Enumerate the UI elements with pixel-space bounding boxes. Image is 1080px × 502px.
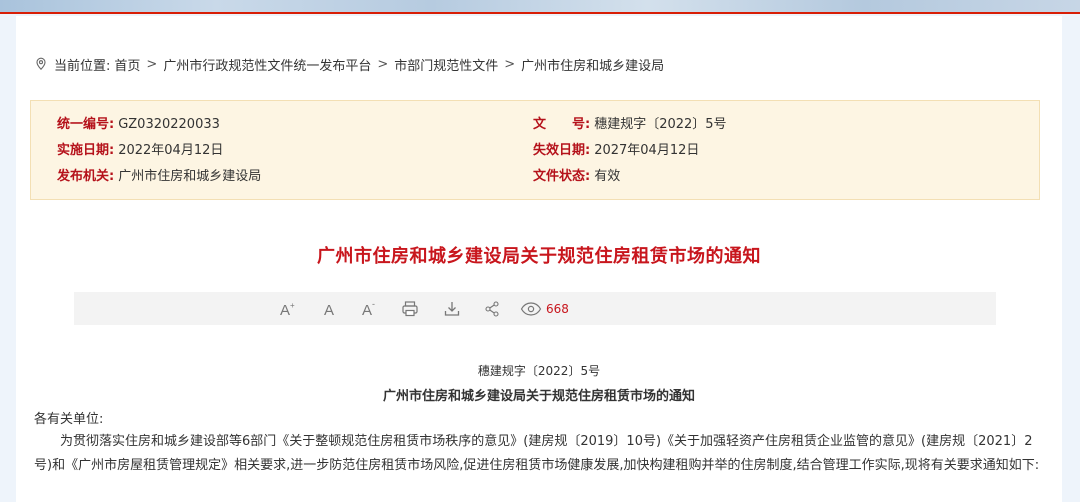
svg-text:+: + [290, 301, 295, 310]
font-default-icon[interactable]: A [318, 292, 342, 325]
breadcrumb-platform-link[interactable]: 广州市行政规范性文件统一发布平台 [163, 55, 371, 74]
document-info-box: 统一编号: GZ0320220033 文 号: 穗建规字〔2022〕5号 实施日期:… [30, 100, 1040, 200]
document-heading: 广州市住房和城乡建设局关于规范住房租赁市场的通知 [382, 389, 695, 404]
header-banner [0, 0, 1080, 14]
svg-text:-: - [372, 300, 375, 309]
info-docnum-value: 穗建规字〔2022〕5号 [594, 117, 727, 132]
info-code: 统一编号: GZ0320220033 [57, 116, 220, 134]
document-number: 穗建规字〔2022〕5号 [477, 364, 601, 378]
info-issuer: 发布机关: 广州市住房和城乡建设局 [57, 168, 261, 186]
salutation: 各有关单位: [34, 412, 104, 427]
info-effective-value: 2022年04月12日 [118, 143, 224, 158]
info-issuer-label: 发布机关: [57, 169, 115, 184]
body-paragraph: 为贯彻落实住房和城乡建设部等6部门《关于整顿规范住房租赁市场秩序的意见》(建房规… [34, 434, 1040, 473]
info-expire-label: 失效日期: [533, 143, 591, 158]
info-effective-label: 实施日期: [57, 143, 115, 158]
info-code-value: GZ0320220033 [118, 117, 220, 132]
info-effective: 实施日期: 2022年04月12日 [57, 142, 223, 160]
svg-text:A: A [280, 302, 290, 318]
article-toolbar: A + A A- 668 [74, 292, 996, 325]
info-status: 文件状态: 有效 [533, 168, 620, 186]
svg-text:A: A [362, 302, 372, 318]
breadcrumb-category-link[interactable]: 市部门规范性文件 [394, 55, 498, 74]
breadcrumb: 当前位置: 首页 > 广州市行政规范性文件统一发布平台 > 市部门规范性文件 >… [34, 54, 668, 74]
svg-text:A: A [324, 302, 334, 318]
page-title: 广州市住房和城乡建设局关于规范住房租赁市场的通知 [317, 246, 761, 267]
info-code-label: 统一编号: [57, 117, 115, 132]
view-count: 668 [546, 301, 569, 316]
info-expire: 失效日期: 2027年04月12日 [533, 142, 699, 160]
font-decrease-icon[interactable]: A- [358, 292, 382, 325]
breadcrumb-department-link[interactable]: 广州市住房和城乡建设局 [521, 55, 664, 74]
breadcrumb-separator: > [146, 56, 158, 72]
download-icon[interactable] [440, 292, 464, 325]
breadcrumb-home-link[interactable]: 首页 [114, 55, 140, 74]
info-issuer-value: 广州市住房和城乡建设局 [118, 169, 262, 184]
share-icon[interactable] [480, 292, 504, 325]
view-counter: 668 [520, 292, 590, 325]
info-status-label: 文件状态: [533, 169, 591, 184]
location-icon [36, 57, 46, 70]
info-docnum: 文 号: 穗建规字〔2022〕5号 [533, 116, 727, 134]
content-page: 当前位置: 首页 > 广州市行政规范性文件统一发布平台 > 市部门规范性文件 >… [16, 16, 1062, 502]
font-increase-icon[interactable]: A + [276, 292, 300, 325]
breadcrumb-separator: > [377, 56, 389, 72]
info-expire-value: 2027年04月12日 [594, 143, 700, 158]
eye-icon [520, 301, 542, 316]
info-status-value: 有效 [594, 169, 621, 184]
breadcrumb-separator: > [504, 56, 516, 72]
print-icon[interactable] [398, 292, 422, 325]
breadcrumb-prefix: 当前位置: [54, 58, 111, 74]
info-docnum-label: 文 号: [533, 117, 591, 132]
